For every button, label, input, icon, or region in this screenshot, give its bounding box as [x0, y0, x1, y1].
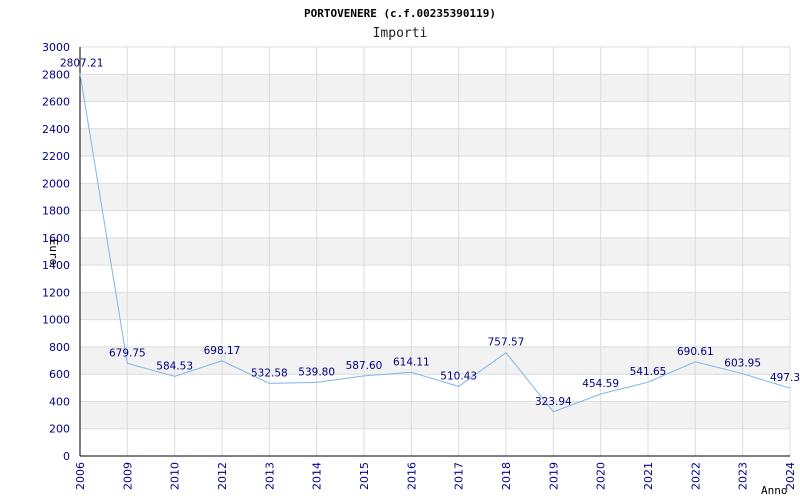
x-tick-label: 2021	[642, 462, 655, 490]
x-tick-label: 2016	[405, 462, 418, 490]
y-tick-label: 2800	[42, 68, 70, 81]
x-tick-labels: 2006 2009 2010 2012 2013 2014 2015 2016 2017 2018…	[74, 462, 797, 490]
plot-band	[80, 74, 790, 102]
data-label: 510.43	[440, 370, 477, 382]
y-tick-label: 1200	[42, 286, 70, 299]
y-tick-label: 0	[63, 450, 70, 463]
y-tick-label: 1800	[42, 205, 70, 218]
y-tick-label: 2200	[42, 150, 70, 163]
x-tick-label: 2020	[595, 462, 608, 490]
data-label: 679.75	[109, 347, 146, 359]
y-tick-label: 2600	[42, 96, 70, 109]
y-tick-label: 200	[49, 423, 70, 436]
plot-band	[80, 237, 790, 266]
data-label: 614.11	[393, 356, 430, 368]
x-tick-label: 2013	[263, 462, 276, 490]
y-tick-label: 800	[49, 341, 70, 354]
chart-title: PORTOVENERE (c.f.00235390119)	[304, 7, 496, 20]
data-label: 323.94	[535, 396, 572, 408]
data-label: 698.17	[204, 345, 241, 357]
x-tick-label: 2022	[689, 462, 702, 490]
x-tick-label: 2017	[453, 462, 466, 490]
y-tick-label: 600	[49, 368, 70, 381]
plot-bands	[80, 74, 790, 429]
y-tick-label: 3000	[42, 41, 70, 54]
chart-subtitle: Importi	[373, 26, 428, 41]
x-tick-label: 2010	[169, 462, 182, 490]
data-label: 587.60	[346, 360, 383, 372]
x-tick-label: 2019	[547, 462, 560, 490]
data-label: 532.58	[251, 367, 288, 379]
plot-band	[80, 292, 790, 320]
data-label: 584.53	[156, 360, 193, 372]
x-tick-label: 2018	[500, 462, 513, 490]
x-tick-label: 2009	[121, 462, 134, 490]
plot-band	[80, 183, 790, 211]
data-label: 757.57	[488, 337, 525, 349]
y-tick-label: 2000	[42, 177, 70, 190]
x-tick-label: 2015	[358, 462, 371, 490]
data-label: 454.59	[582, 378, 619, 390]
y-axis-label: Euro	[47, 239, 60, 266]
data-label: 690.61	[677, 346, 714, 358]
data-label: 539.80	[298, 366, 335, 378]
data-label: 603.95	[724, 358, 761, 370]
x-tick-label: 2006	[74, 462, 87, 490]
x-tick-label: 2012	[216, 462, 229, 490]
data-label: 2807.21	[60, 57, 103, 69]
y-tick-label: 1000	[42, 314, 70, 327]
x-axis-label: Anno	[761, 484, 788, 497]
plot-band	[80, 128, 790, 157]
x-tick-label: 2023	[737, 462, 750, 490]
y-tick-label: 400	[49, 395, 70, 408]
data-label: 541.65	[630, 366, 667, 378]
y-tick-label: 2400	[42, 123, 70, 136]
plot-band	[80, 401, 790, 429]
line-chart: 0200400600800100012001400160018002000220…	[42, 7, 800, 497]
data-label: 497.3	[770, 372, 800, 384]
x-tick-label: 2014	[311, 462, 324, 490]
